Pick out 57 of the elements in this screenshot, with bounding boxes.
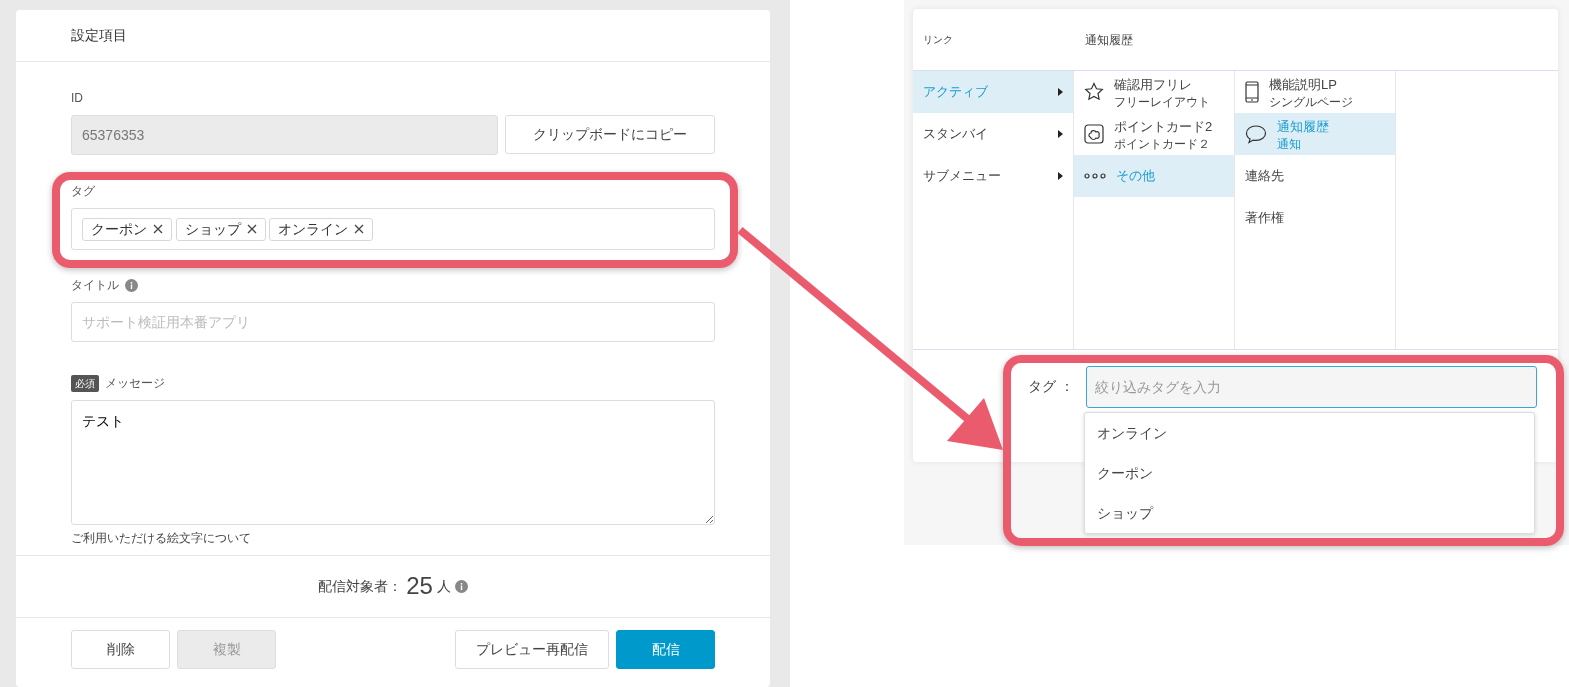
menu-item[interactable]: 著作権	[1235, 197, 1395, 239]
close-icon[interactable]	[246, 224, 257, 234]
dialog-value: 通知履歴	[1085, 31, 1133, 49]
required-badge: 必須	[71, 374, 99, 392]
tag-label: オンライン	[278, 219, 348, 239]
audience-label: 配信対象者：	[318, 576, 403, 596]
tag-field[interactable]: クーポン ショップ オンライン	[71, 208, 715, 250]
menu-item-label: ポイントカード2	[1114, 118, 1213, 137]
close-icon[interactable]	[153, 224, 163, 234]
copy-button[interactable]: クリップボードにコピー	[505, 115, 715, 154]
menu-item[interactable]: サブメニュー	[913, 155, 1073, 197]
field-label: タグ	[71, 183, 96, 200]
info-icon	[125, 278, 138, 292]
menu-item-sublabel: フリーレイアウト	[1114, 94, 1210, 109]
menu-item-label: その他	[1116, 167, 1155, 186]
suggestion-item[interactable]: クーポン	[1085, 453, 1534, 493]
menu-item-label: スタンバイ	[923, 125, 988, 144]
menu-item-label: 確認用フリレ	[1114, 76, 1193, 95]
star-icon	[1084, 82, 1104, 102]
speech-bubble-icon	[1245, 124, 1267, 144]
dialog-label: リンク	[923, 33, 954, 47]
more-icon	[1084, 173, 1106, 179]
field-label: メッセージ	[105, 375, 165, 392]
menu-item-label: 著作権	[1245, 209, 1284, 228]
info-icon	[454, 579, 468, 593]
suggestion-item[interactable]: ショップ	[1085, 493, 1534, 533]
menu-item-label: 連絡先	[1245, 167, 1284, 186]
emoji-note-link[interactable]: ご利用いただける絵文字について	[71, 530, 251, 545]
audience-unit: 人	[436, 576, 451, 596]
card-icon	[1084, 124, 1104, 144]
field-label: タイトル	[71, 277, 119, 294]
title-field[interactable]: サポート検証用本番アプリ	[71, 302, 715, 342]
audience-count: 25	[406, 571, 433, 601]
tag-label: クーポン	[91, 219, 147, 239]
suggestion-item[interactable]: オンライン	[1085, 413, 1534, 453]
menu-item-sublabel: 通知	[1277, 136, 1302, 151]
field-label: ID	[71, 90, 84, 107]
menu-item[interactable]: ポイントカード2 ポイントカード２	[1074, 113, 1234, 155]
menu-item-label: 機能説明LP	[1269, 76, 1338, 95]
menu-item[interactable]: 連絡先	[1235, 155, 1395, 197]
menu-item-sublabel: シングルページ	[1269, 94, 1353, 109]
menu-item[interactable]: スタンバイ	[913, 113, 1073, 155]
tag-label: ショップ	[184, 219, 241, 239]
menu-item[interactable]: 確認用フリレ フリーレイアウト	[1074, 71, 1234, 113]
menu-item-sublabel: ポイントカード２	[1114, 136, 1211, 151]
filter-label: タグ ：	[1028, 377, 1074, 396]
menu-item-label: アクティブ	[923, 83, 988, 102]
menu-item-label: サブメニュー	[923, 167, 1001, 186]
phone-icon	[1245, 81, 1259, 103]
menu-item[interactable]: 機能説明LP シングルページ	[1235, 71, 1395, 113]
panel-title: 設定項目	[71, 26, 127, 45]
menu-item-label: 通知履歴	[1277, 118, 1329, 137]
tag-filter-field[interactable]: 絞り込みタグを入力	[1085, 366, 1537, 408]
close-icon[interactable]	[354, 224, 364, 234]
message-field[interactable]: テスト	[71, 400, 715, 525]
action-button[interactable]: 削除	[71, 629, 170, 669]
action-button[interactable]: プレビュー再配信	[455, 629, 609, 669]
